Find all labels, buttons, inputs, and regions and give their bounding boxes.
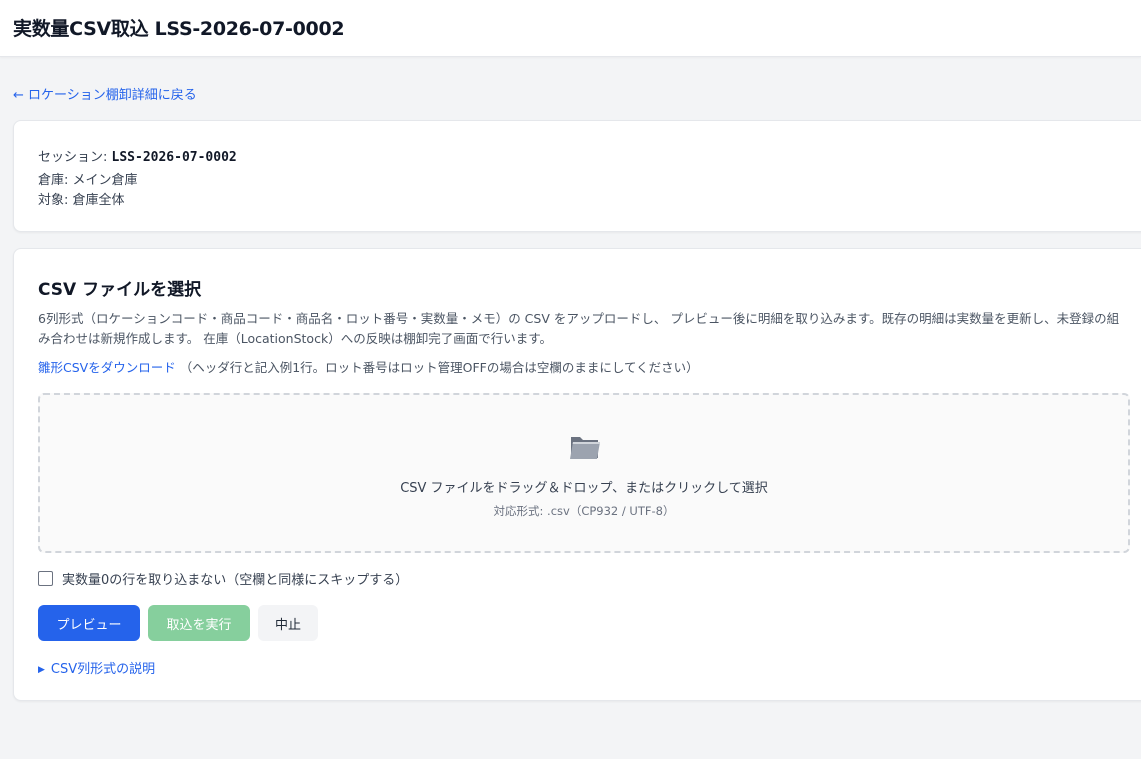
- page-title: 実数量CSV取込 LSS-2026-07-0002: [13, 18, 345, 40]
- dropzone-subtext: 対応形式: .csv（CP932 / UTF-8）: [493, 504, 675, 518]
- template-download-link[interactable]: 雛形CSVをダウンロード: [38, 360, 176, 375]
- csv-format-help-toggle[interactable]: ▶ CSV列形式の説明: [38, 658, 155, 677]
- skip-zero-checkbox[interactable]: [38, 571, 53, 586]
- session-label: セッション:: [38, 150, 112, 165]
- warehouse-line: 倉庫: メイン倉庫: [38, 173, 138, 188]
- section-title: CSV ファイルを選択: [38, 280, 202, 300]
- target-line: 対象: 倉庫全体: [38, 193, 125, 208]
- skip-zero-option[interactable]: 実数量0の行を取り込まない（空欄と同様にスキップする）: [38, 569, 408, 588]
- back-arrow-icon: ←: [13, 88, 24, 103]
- cancel-button[interactable]: 中止: [258, 605, 318, 641]
- execute-import-button[interactable]: 取込を実行: [148, 605, 250, 641]
- csv-format-help-label: CSV列形式の説明: [50, 662, 156, 677]
- folder-icon: [570, 437, 600, 459]
- dropzone-text: CSV ファイルをドラッグ＆ドロップ、またはクリックして選択: [400, 481, 768, 496]
- back-link-label: ロケーション棚卸詳細に戻る: [28, 88, 197, 103]
- template-note: （ヘッダ行と記入例1行。ロット番号はロット管理OFFの場合は空欄のままにしてくだ…: [175, 360, 699, 375]
- template-line: 雛形CSVをダウンロード （ヘッダ行と記入例1行。ロット番号はロット管理OFFの…: [38, 357, 699, 376]
- session-value: LSS-2026-07-0002: [111, 150, 237, 165]
- back-link[interactable]: ← ロケーション棚卸詳細に戻る: [13, 84, 197, 103]
- disclosure-triangle-icon: ▶: [38, 665, 45, 675]
- session-info-card: セッション: LSS-2026-07-0002 倉庫: メイン倉庫 対象: 倉庫…: [13, 120, 1141, 232]
- skip-zero-label: 実数量0の行を取り込まない（空欄と同様にスキップする）: [62, 573, 409, 588]
- top-bar: 実数量CSV取込 LSS-2026-07-0002: [0, 0, 1141, 57]
- file-dropzone[interactable]: CSV ファイルをドラッグ＆ドロップ、またはクリックして選択 対応形式: .cs…: [38, 393, 1130, 553]
- upload-description: 6列形式（ロケーションコード・商品コード・商品名・ロット番号・実数量・メモ）の …: [38, 311, 1120, 346]
- session-line: セッション: LSS-2026-07-0002: [38, 146, 237, 165]
- preview-button[interactable]: プレビュー: [38, 605, 140, 641]
- upload-card: CSV ファイルを選択 6列形式（ロケーションコード・商品コード・商品名・ロット…: [13, 248, 1141, 701]
